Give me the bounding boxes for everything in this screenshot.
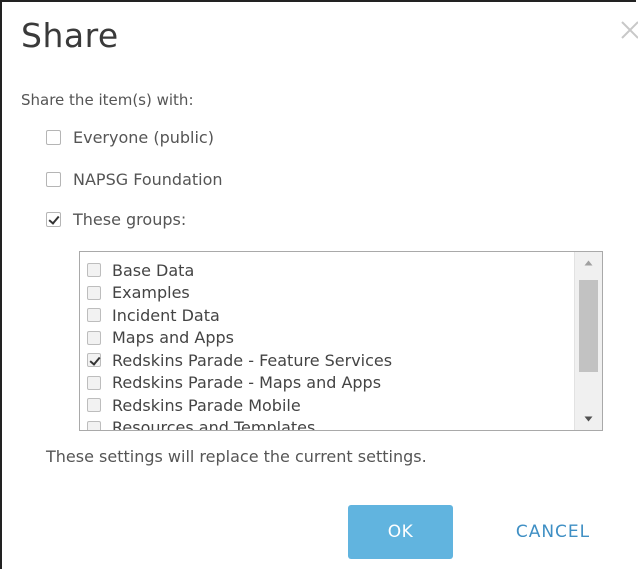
- option-napsg-foundation[interactable]: NAPSG Foundation: [46, 170, 223, 189]
- scroll-down-button[interactable]: [575, 408, 602, 430]
- cancel-button[interactable]: CANCEL: [488, 505, 618, 559]
- these-groups-label: These groups:: [73, 210, 187, 229]
- group-checkbox[interactable]: [87, 285, 101, 300]
- group-checkbox[interactable]: [87, 353, 101, 368]
- group-checkbox[interactable]: [87, 263, 101, 278]
- group-checkbox[interactable]: [87, 308, 101, 323]
- group-label: Incident Data: [112, 305, 220, 325]
- group-label: Redskins Parade - Feature Services: [112, 350, 393, 370]
- group-checkbox[interactable]: [87, 420, 101, 430]
- listbox-scrollbar[interactable]: [574, 252, 602, 430]
- group-label: Examples: [112, 283, 190, 303]
- these-groups-checkbox[interactable]: [46, 212, 61, 227]
- group-label: Redskins Parade - Maps and Apps: [112, 373, 382, 393]
- group-label: Base Data: [112, 260, 195, 280]
- scroll-up-button[interactable]: [575, 252, 602, 274]
- close-icon: [621, 21, 638, 39]
- group-item-maps-and-apps[interactable]: Maps and Apps: [87, 327, 572, 350]
- everyone-checkbox[interactable]: [46, 130, 61, 145]
- group-checkbox[interactable]: [87, 330, 101, 345]
- group-item-examples[interactable]: Examples: [87, 282, 572, 305]
- scroll-thumb[interactable]: [579, 280, 598, 372]
- close-button[interactable]: [618, 18, 638, 42]
- everyone-label: Everyone (public): [73, 128, 214, 147]
- group-item-resources-and-templates[interactable]: Resources and Templates: [87, 417, 572, 431]
- replace-settings-note: These settings will replace the current …: [46, 447, 427, 466]
- group-item-redskins-parade-mobile[interactable]: Redskins Parade Mobile: [87, 394, 572, 417]
- share-dialog: Share Share the item(s) with: Everyone (…: [0, 0, 638, 569]
- arrow-down-icon: [584, 416, 593, 422]
- group-label: Resources and Templates: [112, 418, 316, 431]
- share-prompt: Share the item(s) with:: [21, 91, 194, 109]
- option-everyone[interactable]: Everyone (public): [46, 128, 214, 147]
- group-label: Redskins Parade Mobile: [112, 395, 301, 415]
- group-label: Maps and Apps: [112, 328, 234, 348]
- arrow-up-icon: [584, 260, 593, 266]
- group-checkbox[interactable]: [87, 398, 101, 413]
- ok-button[interactable]: OK: [348, 505, 453, 559]
- napsg-foundation-checkbox[interactable]: [46, 172, 61, 187]
- napsg-foundation-label: NAPSG Foundation: [73, 170, 223, 189]
- groups-list: Base Data Examples Incident Data Maps an…: [87, 259, 572, 431]
- option-these-groups[interactable]: These groups:: [46, 210, 186, 229]
- group-item-base-data[interactable]: Base Data: [87, 259, 572, 282]
- group-item-incident-data[interactable]: Incident Data: [87, 304, 572, 327]
- group-checkbox[interactable]: [87, 375, 101, 390]
- group-item-redskins-parade-feature-services[interactable]: Redskins Parade - Feature Services: [87, 349, 572, 372]
- groups-listbox[interactable]: Base Data Examples Incident Data Maps an…: [79, 251, 603, 431]
- dialog-title: Share: [21, 16, 119, 55]
- group-item-redskins-parade-maps-and-apps[interactable]: Redskins Parade - Maps and Apps: [87, 372, 572, 395]
